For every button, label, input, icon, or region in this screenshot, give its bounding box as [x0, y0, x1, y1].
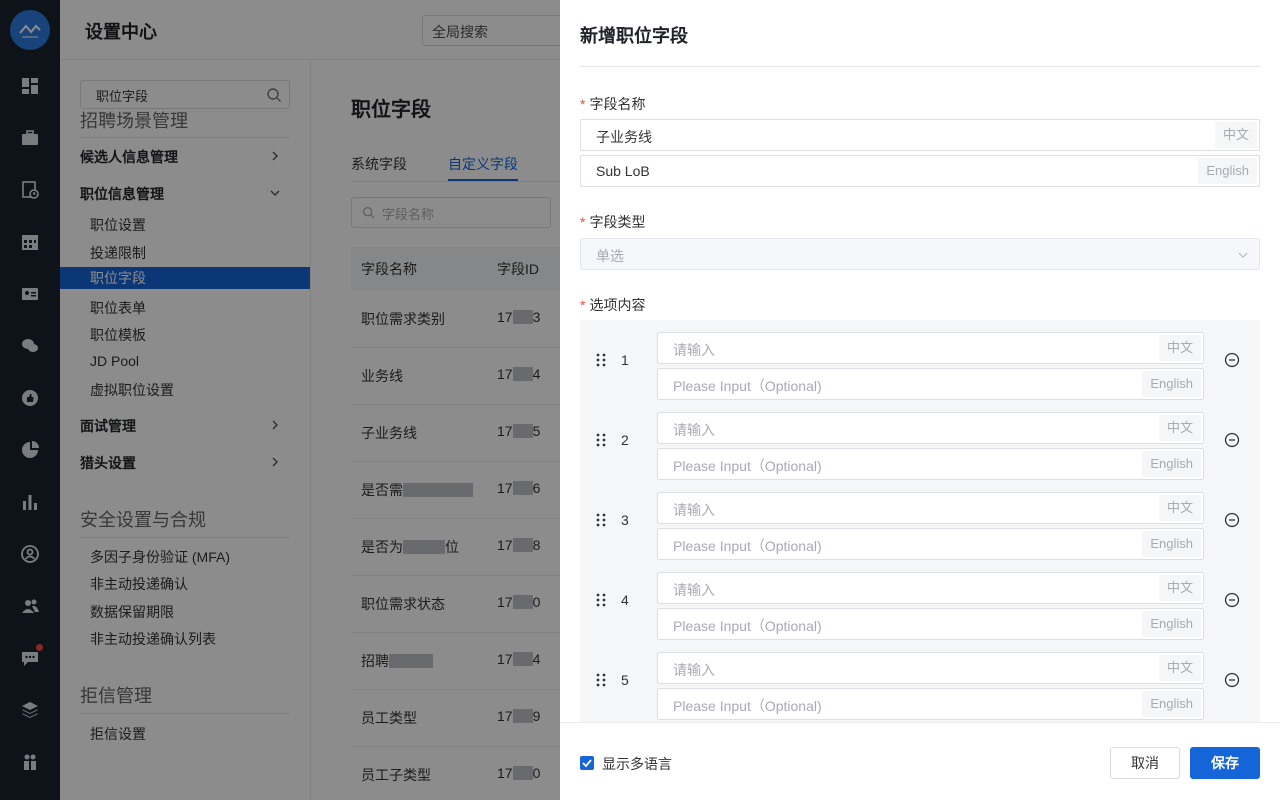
chevron-down-icon: [1238, 252, 1248, 258]
lang-tag-en: English: [1142, 611, 1201, 637]
option-row: 4 请输入 中文 Please Input（Optional) English: [580, 572, 1260, 652]
option-zh-input[interactable]: 请输入 中文: [657, 492, 1204, 524]
field-type-label: * 字段类型: [580, 214, 646, 230]
field-name-en-input[interactable]: Sub LoB English: [580, 155, 1260, 187]
options-list: 1 请输入 中文 Please Input（Optional) English …: [580, 320, 1260, 724]
option-row: 5 请输入 中文 Please Input（Optional) English: [580, 652, 1260, 724]
input-placeholder: Please Input（Optional): [673, 618, 822, 634]
save-button[interactable]: 保存: [1190, 747, 1260, 779]
drag-handle-icon[interactable]: [595, 592, 607, 608]
drag-handle-icon[interactable]: [595, 512, 607, 528]
remove-option-icon[interactable]: [1224, 512, 1240, 528]
show-multilang-label[interactable]: 显示多语言: [602, 754, 672, 774]
input-placeholder: 请输入: [673, 662, 715, 678]
lang-tag-en: English: [1142, 371, 1201, 397]
field-value: 子业务线: [596, 129, 652, 145]
input-placeholder: 请输入: [673, 422, 715, 438]
lang-tag-zh: 中文: [1158, 575, 1201, 601]
option-index: 5: [621, 672, 629, 688]
field-type-value: 单选: [596, 248, 624, 264]
remove-option-icon[interactable]: [1224, 592, 1240, 608]
drag-handle-icon[interactable]: [595, 672, 607, 688]
lang-tag-zh: 中文: [1158, 495, 1201, 521]
option-index: 2: [621, 432, 629, 448]
lang-tag-en: English: [1142, 691, 1201, 717]
lang-tag-en: English: [1198, 158, 1257, 184]
remove-option-icon[interactable]: [1224, 432, 1240, 448]
option-zh-input[interactable]: 请输入 中文: [657, 332, 1204, 364]
lang-tag-zh: 中文: [1158, 655, 1201, 681]
input-placeholder: Please Input（Optional): [673, 378, 822, 394]
option-zh-input[interactable]: 请输入 中文: [657, 572, 1204, 604]
drag-handle-icon[interactable]: [595, 432, 607, 448]
remove-option-icon[interactable]: [1224, 352, 1240, 368]
option-index: 1: [621, 352, 629, 368]
input-placeholder: Please Input（Optional): [673, 458, 822, 474]
lang-tag-zh: 中文: [1158, 415, 1201, 441]
input-placeholder: 请输入: [673, 502, 715, 518]
option-en-input[interactable]: Please Input（Optional) English: [657, 448, 1204, 480]
input-placeholder: Please Input（Optional): [673, 538, 822, 554]
cancel-button[interactable]: 取消: [1110, 747, 1180, 779]
options-label: * 选项内容: [580, 297, 646, 313]
option-row: 2 请输入 中文 Please Input（Optional) English: [580, 412, 1260, 492]
option-en-input[interactable]: Please Input（Optional) English: [657, 368, 1204, 400]
field-name-zh-input[interactable]: 子业务线 中文: [580, 119, 1260, 151]
option-zh-input[interactable]: 请输入 中文: [657, 412, 1204, 444]
remove-option-icon[interactable]: [1224, 672, 1240, 688]
option-row: 1 请输入 中文 Please Input（Optional) English: [580, 332, 1260, 412]
drawer-title: 新增职位字段: [580, 26, 688, 46]
input-placeholder: 请输入: [673, 342, 715, 358]
field-value: Sub LoB: [596, 163, 650, 179]
option-en-input[interactable]: Please Input（Optional) English: [657, 688, 1204, 720]
lang-tag-en: English: [1142, 531, 1201, 557]
option-row: 3 请输入 中文 Please Input（Optional) English: [580, 492, 1260, 572]
add-field-drawer: 新增职位字段 * 字段名称 子业务线 中文 Sub LoB English * 字段…: [560, 0, 1280, 800]
option-en-input[interactable]: Please Input（Optional) English: [657, 608, 1204, 640]
option-en-input[interactable]: Please Input（Optional) English: [657, 528, 1204, 560]
lang-tag-zh: 中文: [1214, 122, 1257, 148]
required-mark: *: [580, 297, 586, 313]
required-mark: *: [580, 96, 586, 112]
option-index: 4: [621, 592, 629, 608]
option-zh-input[interactable]: 请输入 中文: [657, 652, 1204, 684]
field-name-label: * 字段名称: [580, 96, 646, 112]
field-type-select[interactable]: 单选: [580, 238, 1260, 270]
divider: [580, 66, 1260, 67]
drag-handle-icon[interactable]: [595, 352, 607, 368]
checkmark-icon: [582, 759, 592, 768]
required-mark: *: [580, 214, 586, 230]
drawer-footer: 显示多语言 取消 保存: [560, 722, 1280, 800]
option-index: 3: [621, 512, 629, 528]
input-placeholder: 请输入: [673, 582, 715, 598]
input-placeholder: Please Input（Optional): [673, 698, 822, 714]
lang-tag-en: English: [1142, 451, 1201, 477]
show-multilang-checkbox[interactable]: [580, 756, 594, 770]
lang-tag-zh: 中文: [1158, 335, 1201, 361]
